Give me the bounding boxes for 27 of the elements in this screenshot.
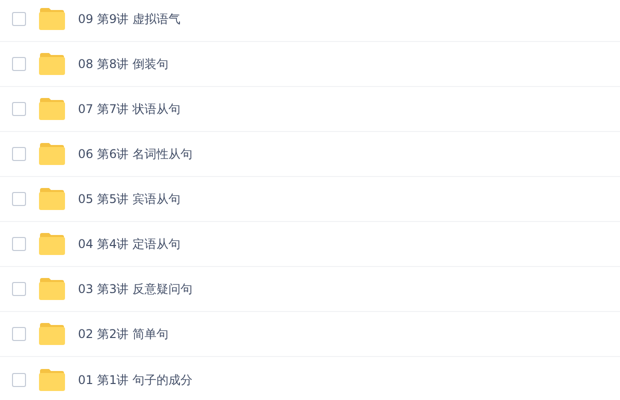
folder-icon [39, 8, 65, 30]
checkbox[interactable] [12, 57, 26, 71]
folder-name[interactable]: 07 第7讲 状语从句 [78, 100, 181, 118]
folder-name[interactable]: 03 第3讲 反意疑问句 [78, 280, 193, 298]
folder-name[interactable]: 02 第2讲 简单句 [78, 325, 169, 343]
folder-name[interactable]: 04 第4讲 定语从句 [78, 235, 181, 253]
folder-name[interactable]: 01 第1讲 句子的成分 [78, 370, 193, 388]
folder-icon [39, 53, 65, 75]
folder-icon [39, 368, 65, 390]
checkbox[interactable] [12, 147, 26, 161]
checkbox[interactable] [12, 237, 26, 251]
folder-icon [39, 323, 65, 345]
folder-icon [39, 98, 65, 120]
folder-name[interactable]: 05 第5讲 宾语从句 [78, 190, 181, 208]
folder-name[interactable]: 08 第8讲 倒装句 [78, 55, 169, 73]
checkbox[interactable] [12, 282, 26, 296]
checkbox[interactable] [12, 327, 26, 341]
checkbox[interactable] [12, 192, 26, 206]
checkbox[interactable] [12, 12, 26, 26]
folder-icon [39, 143, 65, 165]
folder-name[interactable]: 06 第6讲 名词性从句 [78, 145, 193, 163]
checkbox[interactable] [12, 372, 26, 386]
folder-name[interactable]: 09 第9讲 虚拟语气 [78, 10, 181, 28]
folder-icon [39, 233, 65, 255]
folder-icon [39, 278, 65, 300]
checkbox[interactable] [12, 102, 26, 116]
folder-icon [39, 188, 65, 210]
